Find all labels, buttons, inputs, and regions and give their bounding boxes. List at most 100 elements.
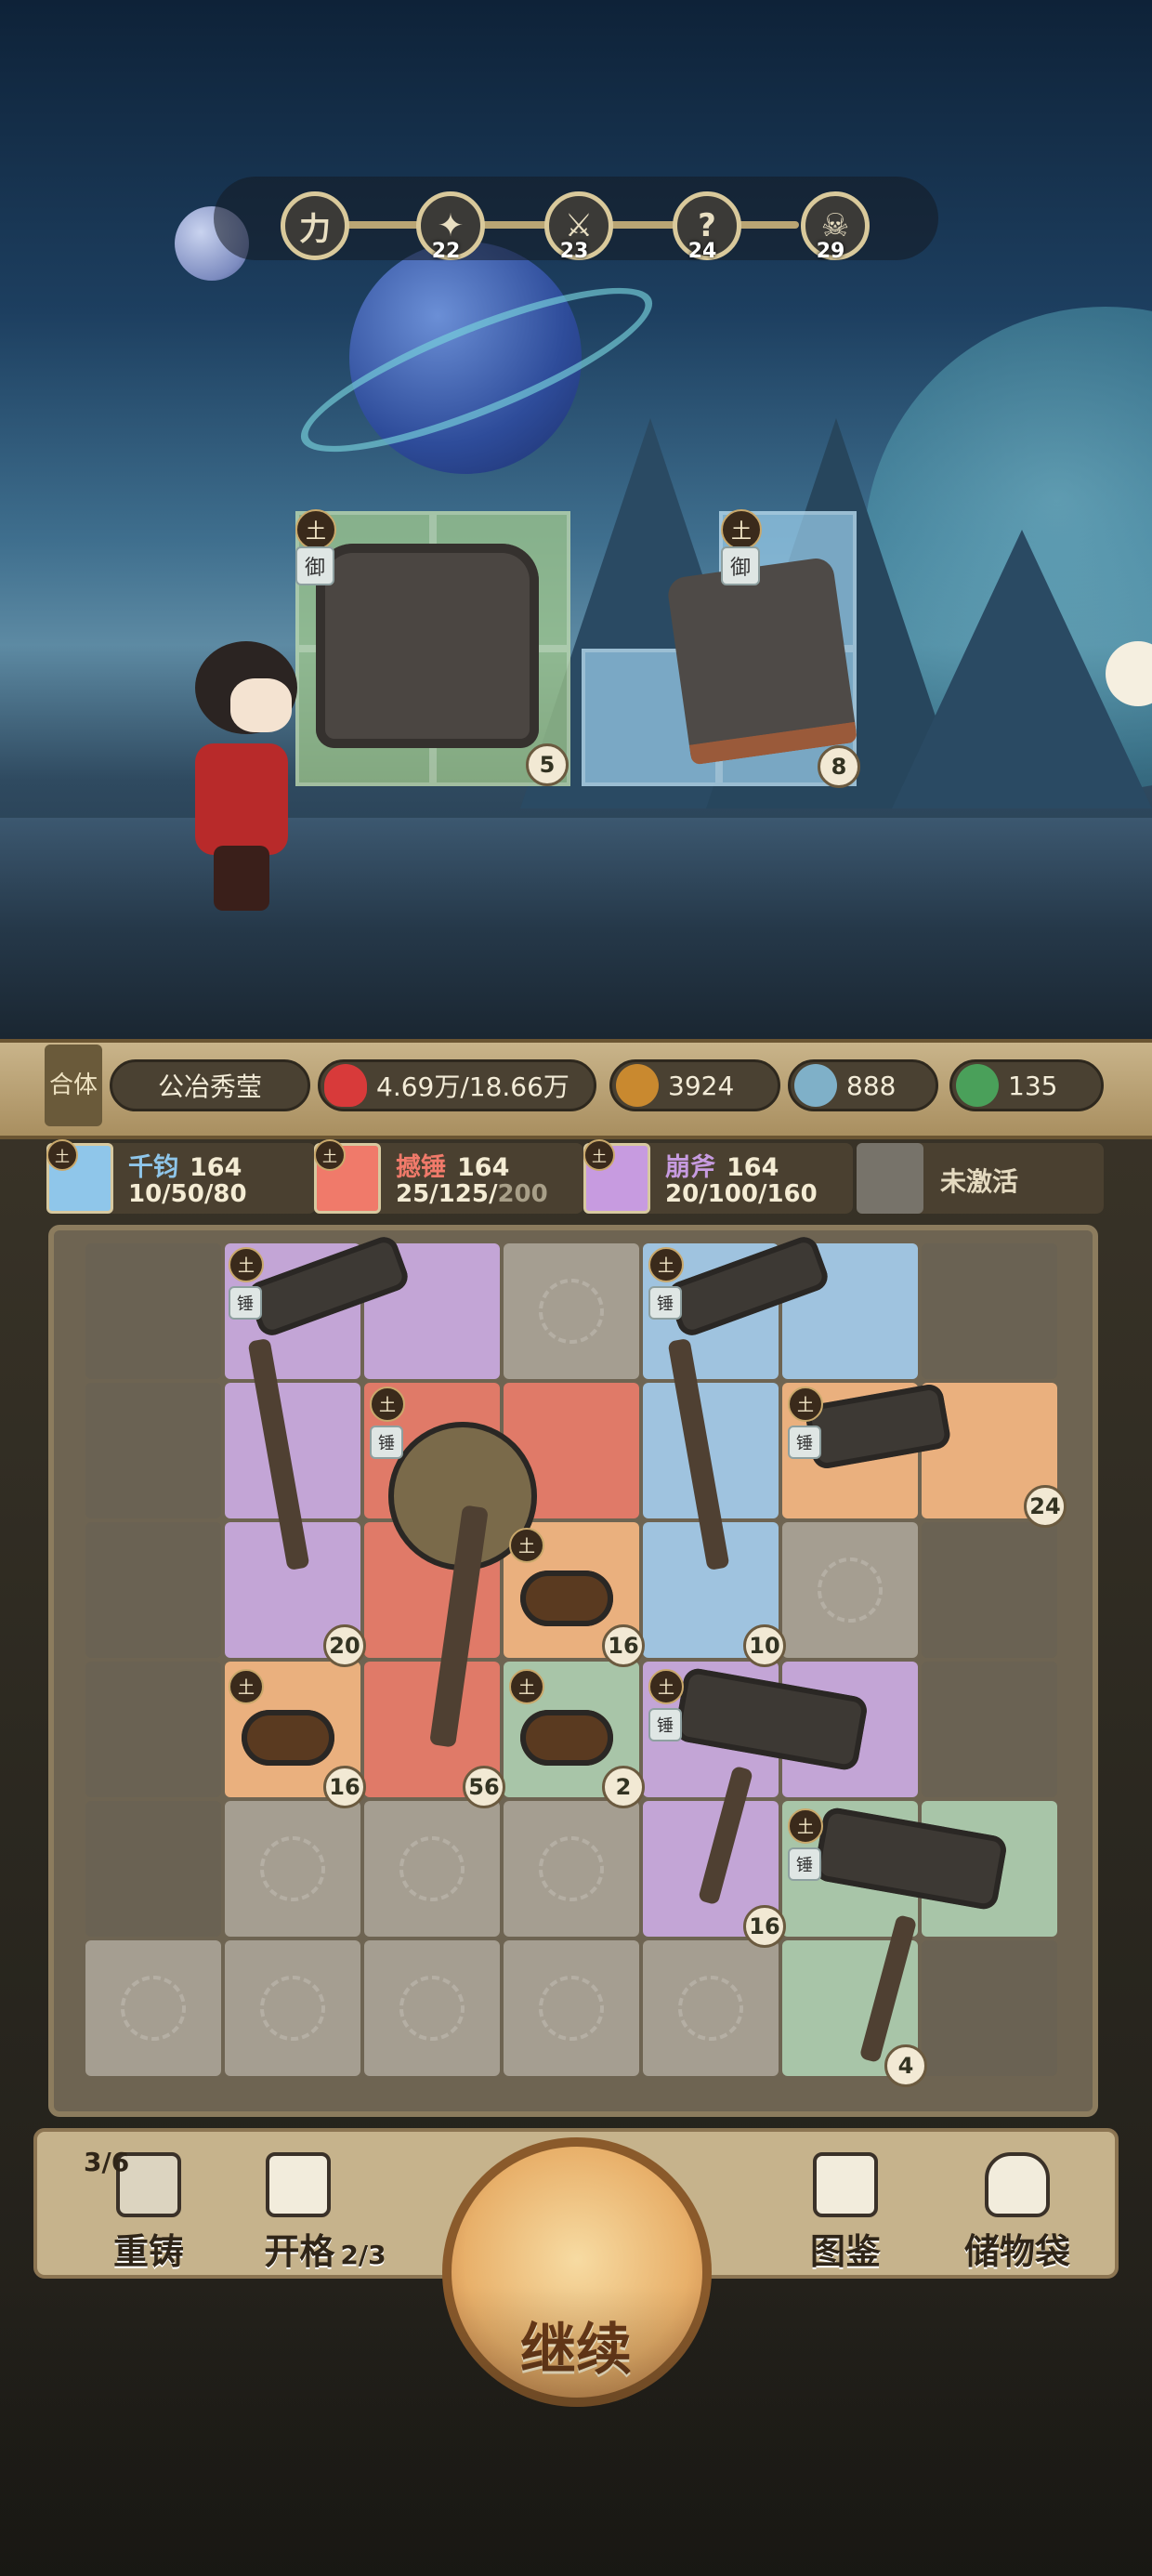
locked-cell [922,1522,1057,1658]
empty-slot[interactable] [225,1801,360,1937]
defense-display: 888 [788,1059,938,1111]
locked-cell [85,1801,221,1937]
stage-number: 29 [816,240,845,263]
start-rune-icon: 力 [281,191,349,260]
expand-label: 开格 2/3 [232,2223,418,2274]
hero-character [158,641,316,920]
empty-slot[interactable] [364,1801,500,1937]
locked-cell [85,1243,221,1379]
skill-slot[interactable]: 土 崩斧 164 20/100/160 [583,1139,853,1214]
earth-element-badge: 土 [648,1669,684,1704]
skill-slot[interactable]: 土 千钧 164 10/50/80 [46,1139,316,1214]
item-cell[interactable] [922,1801,1057,1937]
skill-slot[interactable]: 土 撼锤 164 25/125/200 [314,1139,583,1214]
stage-number: 24 [687,240,717,263]
locked-cell [85,1522,221,1658]
empty-skill-icon [857,1143,923,1214]
currency-display: 135 [949,1059,1104,1111]
earth-element-badge: 土 [509,1669,544,1704]
item-count: 16 [743,1905,786,1948]
background-mist [0,2286,1152,2576]
hero-legs [214,846,269,911]
skill-name: 崩斧 164 [665,1147,779,1183]
item-cell[interactable] [225,1383,360,1518]
hero-face [230,678,292,732]
item-cell[interactable] [504,1383,639,1518]
green-gem-icon [956,1064,999,1107]
item-count: 20 [323,1624,366,1667]
earth-element-badge: 土 [295,509,336,550]
item-cell[interactable] [364,1522,500,1658]
battle-scene: 力 ✦ 22 ⚔ 23 ? 24 ☠ 29 土 御 5 土 御 8 [0,0,1152,1041]
skill-level: 164 [727,1153,779,1182]
book-icon [813,2152,878,2217]
skill-values: 25/125/ [396,1180,498,1208]
storage-bag-button[interactable]: 储物袋 [938,2147,1096,2277]
stage-number: 22 [431,240,461,263]
hp-value: 4.69万/18.66万 [376,1071,569,1102]
skill-name: 撼锤 164 [396,1147,509,1183]
shield-icon [794,1064,837,1107]
item-count: 24 [1024,1485,1067,1528]
empty-slot[interactable] [643,1940,779,2076]
currency-value: 135 [1008,1070,1058,1101]
attack-value: 3924 [668,1070,735,1101]
hammer-tag-badge: 锤 [648,1286,682,1320]
empty-slot[interactable] [364,1940,500,2076]
skill-title: 千钧 [128,1153,178,1182]
hero-name-plate: 公冶秀莹 [110,1059,310,1111]
reforge-button[interactable]: 3/6 重铸 [74,2147,223,2277]
skill-values-dim: 200 [497,1180,548,1208]
item-count: 8 [818,745,860,788]
item-cell[interactable] [643,1383,779,1518]
item-cell[interactable] [782,1662,918,1797]
locked-cell [922,1662,1057,1797]
earth-element-badge: 土 [314,1139,346,1171]
earth-element-badge: 土 [509,1528,544,1563]
earth-element-badge: 土 [229,1247,264,1282]
expand-count: 2/3 [340,2240,386,2270]
mode-label[interactable]: 合体 [45,1045,102,1126]
earth-element-badge: 土 [229,1669,264,1704]
item-cell[interactable] [782,1243,918,1379]
expand-text: 开格 [264,2231,335,2272]
grid-plus-icon [266,2152,331,2217]
item-count: 2 [602,1766,645,1808]
bag-icon [985,2152,1050,2217]
item-count: 10 [743,1624,786,1667]
defense-tag-badge: 御 [721,546,760,585]
skill-name: 千钧 164 [128,1147,242,1183]
codex-label: 图鉴 [809,2231,881,2272]
hp-display: 4.69万/18.66万 [318,1059,596,1111]
empty-slot[interactable] [782,1522,918,1658]
empty-slot[interactable] [504,1801,639,1937]
item-cell[interactable] [364,1243,500,1379]
reforge-label: 重铸 [112,2231,184,2272]
game-screen: 力 ✦ 22 ⚔ 23 ? 24 ☠ 29 土 御 5 土 御 8 合体 公冶秀… [0,0,1152,2576]
hammer-tag-badge: 锤 [648,1708,682,1741]
locked-cell [922,1940,1057,2076]
skill-thresholds: 20/100/160 [665,1180,818,1208]
skill-title: 崩斧 [665,1153,715,1182]
skill-slot-inactive[interactable]: 未激活 [857,1143,1104,1214]
empty-slot[interactable] [504,1243,639,1379]
earth-element-badge: 土 [583,1139,615,1171]
heart-icon [324,1064,367,1107]
reforge-count: 3/6 [84,2147,130,2177]
empty-slot[interactable] [85,1940,221,2076]
defense-tag-badge: 御 [295,546,334,585]
earth-element-badge: 土 [721,509,762,550]
empty-slot[interactable] [225,1940,360,2076]
skill-values: 10/50/80 [128,1180,247,1208]
inactive-label: 未激活 [940,1166,1019,1197]
earth-element-badge: 土 [46,1139,78,1171]
codex-button[interactable]: 图鉴 [771,2147,920,2277]
hero-name: 公冶秀莹 [157,1071,262,1102]
skill-thresholds: 25/125/200 [396,1180,548,1208]
stone-armor-icon [316,544,539,748]
hammer-tag-badge: 锤 [229,1286,262,1320]
expand-grid-button[interactable]: 开格 2/3 [232,2147,418,2277]
skill-thresholds: 10/50/80 [128,1180,247,1208]
hammer-tag-badge: 锤 [788,1847,821,1881]
empty-slot[interactable] [504,1940,639,2076]
